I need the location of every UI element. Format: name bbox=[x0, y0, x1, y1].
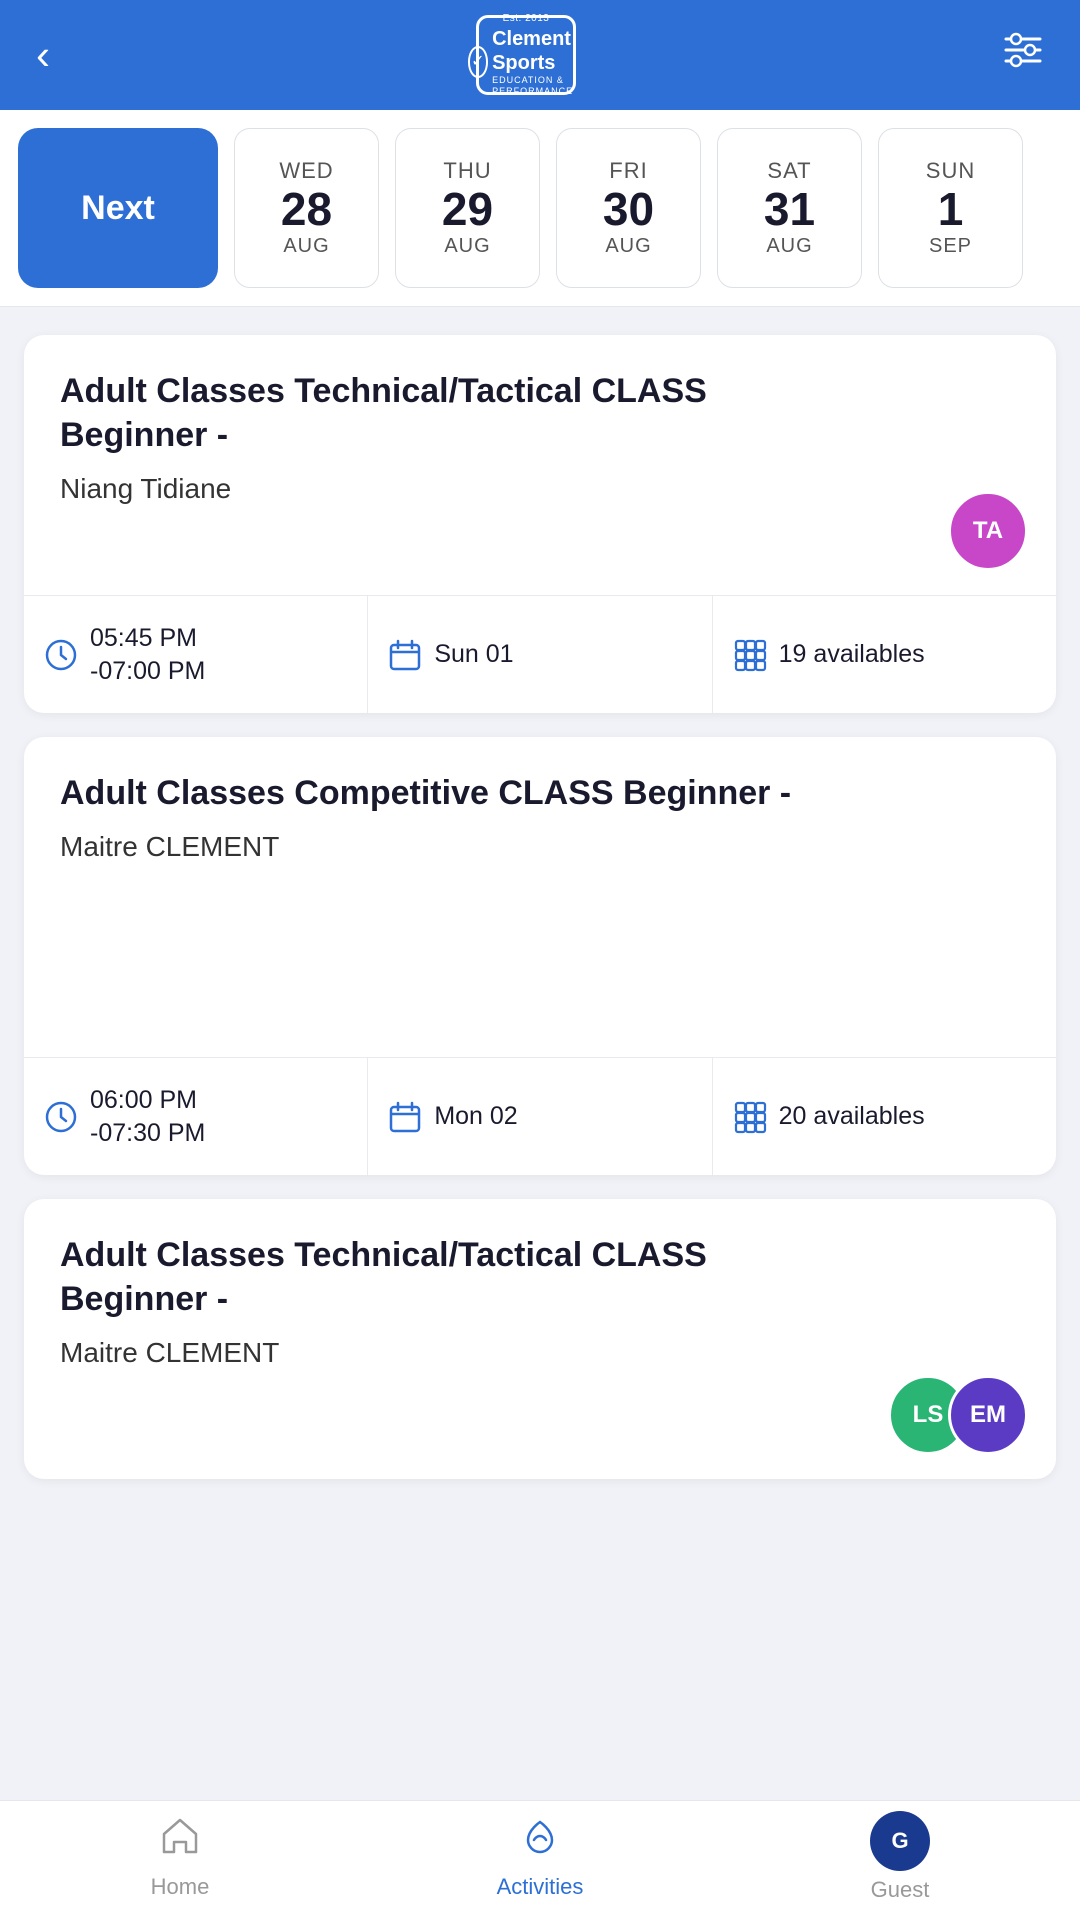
nav-guest-label: Guest bbox=[871, 1877, 930, 1903]
nav-home-label: Home bbox=[151, 1874, 210, 1900]
card-title-0: Adult Classes Technical/Tactical CLASS B… bbox=[60, 369, 809, 457]
card-instructor-2: Maitre CLEMENT bbox=[60, 1337, 1020, 1369]
time-text-0: 05:45 PM-07:00 PM bbox=[90, 622, 205, 687]
calendar-icon-0 bbox=[388, 638, 422, 672]
grid-icon-0 bbox=[733, 638, 767, 672]
date-text-0: Sun 01 bbox=[434, 638, 513, 671]
logo-sub: EDUCATION & PERFORMANCE bbox=[492, 75, 584, 97]
home-icon bbox=[158, 1814, 202, 1868]
footer-avail-0: 19 availables bbox=[713, 596, 1056, 713]
content-area: Adult Classes Technical/Tactical CLASS B… bbox=[0, 307, 1080, 1507]
filter-button[interactable] bbox=[1002, 29, 1044, 81]
class-card-2[interactable]: Adult Classes Technical/Tactical CLASS B… bbox=[24, 1199, 1056, 1479]
footer-date-0: Sun 01 bbox=[368, 596, 712, 713]
clock-icon-1 bbox=[44, 1100, 78, 1134]
date-item-sat[interactable]: SAT 31 AUG bbox=[717, 128, 862, 288]
card-instructor-0: Niang Tidiane bbox=[60, 473, 1020, 505]
card-body-2: Adult Classes Technical/Tactical CLASS B… bbox=[24, 1199, 1056, 1479]
nav-activities-label: Activities bbox=[497, 1874, 584, 1900]
footer-date-1: Mon 02 bbox=[368, 1058, 712, 1175]
class-card-0[interactable]: Adult Classes Technical/Tactical CLASS B… bbox=[24, 335, 1056, 713]
guest-avatar: G bbox=[870, 1811, 930, 1871]
date-item-sun[interactable]: SUN 1 SEP bbox=[878, 128, 1023, 288]
card-body-0: Adult Classes Technical/Tactical CLASS B… bbox=[24, 335, 1056, 595]
date-item-fri[interactable]: FRI 30 AUG bbox=[556, 128, 701, 288]
card-instructor-1: Maitre CLEMENT bbox=[60, 831, 1020, 863]
card-footer-0: 05:45 PM-07:00 PM Sun 01 bbox=[24, 595, 1056, 713]
footer-time-1: 06:00 PM-07:30 PM bbox=[24, 1058, 368, 1175]
card-title-1: Adult Classes Competitive CLASS Beginner… bbox=[60, 771, 809, 815]
footer-avail-1: 20 availables bbox=[713, 1058, 1056, 1175]
card-title-2: Adult Classes Technical/Tactical CLASS B… bbox=[60, 1233, 809, 1321]
logo-image: Est. 2013 ✓ Clement Sports EDUCATION & P… bbox=[476, 15, 576, 95]
next-button[interactable]: Next bbox=[18, 128, 218, 288]
date-item-thu[interactable]: THU 29 AUG bbox=[395, 128, 540, 288]
avatar-ta: TA bbox=[948, 491, 1028, 571]
nav-guest[interactable]: G Guest bbox=[820, 1811, 980, 1903]
back-button[interactable]: ‹ bbox=[36, 31, 50, 79]
date-text-1: Mon 02 bbox=[434, 1100, 517, 1133]
avail-text-0: 19 availables bbox=[779, 638, 925, 671]
calendar-icon-1 bbox=[388, 1100, 422, 1134]
bottom-navigation: Home Activities G Guest bbox=[0, 1800, 1080, 1920]
avail-text-1: 20 availables bbox=[779, 1100, 925, 1133]
avatar-container-2: LS EM bbox=[888, 1375, 1028, 1455]
logo-brand: Clement Sports bbox=[492, 27, 584, 75]
nav-activities[interactable]: Activities bbox=[460, 1814, 620, 1900]
avatar-container-0: TA bbox=[948, 491, 1028, 571]
class-card-1[interactable]: Adult Classes Competitive CLASS Beginner… bbox=[24, 737, 1056, 1175]
nav-home[interactable]: Home bbox=[100, 1814, 260, 1900]
avatar-em: EM bbox=[948, 1375, 1028, 1455]
time-text-1: 06:00 PM-07:30 PM bbox=[90, 1084, 205, 1149]
date-navigation: Next WED 28 AUG THU 29 AUG FRI 30 AUG SA… bbox=[0, 110, 1080, 307]
footer-time-0: 05:45 PM-07:00 PM bbox=[24, 596, 368, 713]
logo: Est. 2013 ✓ Clement Sports EDUCATION & P… bbox=[476, 15, 576, 95]
card-footer-1: 06:00 PM-07:30 PM Mon 02 bbox=[24, 1057, 1056, 1175]
header: ‹ Est. 2013 ✓ Clement Sports EDUCATION &… bbox=[0, 0, 1080, 110]
activities-icon bbox=[518, 1814, 562, 1868]
clock-icon bbox=[44, 638, 78, 672]
date-item-wed[interactable]: WED 28 AUG bbox=[234, 128, 379, 288]
card-body-1: Adult Classes Competitive CLASS Beginner… bbox=[24, 737, 1056, 1057]
grid-icon-1 bbox=[733, 1100, 767, 1134]
